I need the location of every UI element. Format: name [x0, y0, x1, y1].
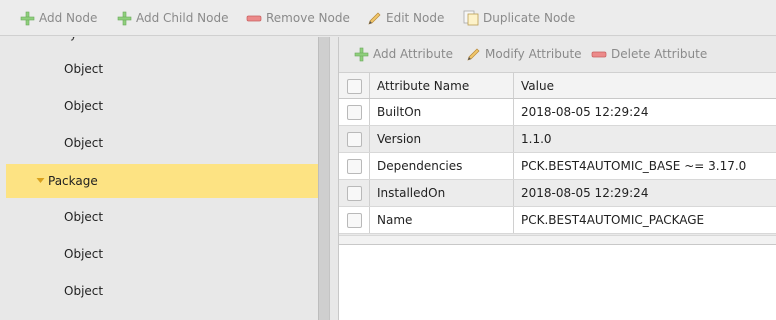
add-attribute-label: Add Attribute	[373, 47, 454, 61]
modify-attribute-button[interactable]: Modify Attribute	[466, 45, 582, 63]
table-row[interactable]: InstalledOn 2018-08-05 12:29:24	[339, 180, 776, 207]
attribute-value-cell[interactable]: 2018-08-05 12:29:24	[515, 99, 776, 125]
clipped-tree-row: y	[70, 37, 77, 41]
attribute-name-cell[interactable]: BuiltOn	[371, 99, 514, 125]
duplicate-icon	[463, 10, 479, 26]
tree-item-label: Object	[64, 247, 104, 261]
row-checkbox-cell	[339, 126, 370, 152]
duplicate-node-label: Duplicate Node	[483, 11, 576, 25]
duplicate-node-button[interactable]: Duplicate Node	[463, 9, 575, 27]
tree-item-label: Object	[64, 136, 104, 150]
add-child-node-button[interactable]: Add Child Node	[117, 9, 228, 27]
plus-icon	[117, 11, 132, 25]
tree-item-label: Object	[64, 210, 104, 224]
minus-icon	[246, 15, 262, 21]
tree-item-object[interactable]: Object	[6, 89, 318, 123]
attribute-name-cell[interactable]: Dependencies	[371, 153, 514, 179]
node-toolbar: Add Node Add Child Node Remove Node Edit…	[0, 0, 776, 36]
pencil-icon	[467, 48, 480, 61]
empty-detail-area	[339, 244, 776, 320]
minus-icon	[591, 51, 607, 57]
table-row[interactable]: Version 1.1.0	[339, 126, 776, 153]
node-tree: y Object Object Object Package Object Ob…	[6, 37, 318, 320]
table-row[interactable]: Name PCK.BEST4AUTOMIC_PACKAGE	[339, 207, 776, 234]
edit-node-label: Edit Node	[386, 11, 445, 25]
attribute-value-cell[interactable]: PCK.BEST4AUTOMIC_PACKAGE	[515, 207, 776, 233]
select-all-checkbox[interactable]	[347, 79, 362, 94]
tree-item-object[interactable]: Object	[6, 274, 318, 308]
tree-item-package[interactable]: Package	[6, 164, 318, 198]
row-checkbox[interactable]	[347, 186, 362, 201]
tree-item-label: Object	[64, 99, 104, 113]
tree-item-label: Object	[64, 284, 104, 298]
tree-item-object[interactable]: Object	[6, 52, 318, 86]
header-checkbox-cell	[339, 73, 370, 98]
panel-splitter[interactable]	[318, 37, 332, 320]
plus-icon	[20, 11, 35, 25]
plus-icon	[354, 47, 369, 61]
row-checkbox[interactable]	[347, 159, 362, 174]
delete-attribute-button[interactable]: Delete Attribute	[591, 45, 707, 63]
row-checkbox[interactable]	[347, 213, 362, 228]
table-row[interactable]: Dependencies PCK.BEST4AUTOMIC_BASE ~= 3.…	[339, 153, 776, 180]
delete-attribute-label: Delete Attribute	[611, 47, 708, 61]
attributes-panel: Add Attribute Modify Attribute Delete At…	[338, 37, 776, 320]
attribute-name-cell[interactable]: Name	[371, 207, 514, 233]
add-attribute-button[interactable]: Add Attribute	[354, 45, 453, 63]
modify-attribute-label: Modify Attribute	[485, 47, 582, 61]
attribute-value-cell[interactable]: 2018-08-05 12:29:24	[515, 180, 776, 206]
row-checkbox-cell	[339, 180, 370, 206]
row-checkbox[interactable]	[347, 132, 362, 147]
column-header-value[interactable]: Value	[515, 73, 776, 98]
add-node-button[interactable]: Add Node	[20, 9, 97, 27]
edit-node-button[interactable]: Edit Node	[367, 9, 444, 27]
remove-node-button[interactable]: Remove Node	[246, 9, 350, 27]
row-checkbox[interactable]	[347, 105, 362, 120]
tree-item-label: Package	[48, 174, 98, 188]
attribute-name-cell[interactable]: InstalledOn	[371, 180, 514, 206]
pencil-icon	[368, 12, 381, 25]
tree-item-object[interactable]: Object	[6, 126, 318, 160]
tree-item-object[interactable]: Object	[6, 237, 318, 271]
tree-item-label: Object	[64, 62, 104, 76]
row-checkbox-cell	[339, 99, 370, 125]
add-child-node-label: Add Child Node	[136, 11, 229, 25]
table-row[interactable]: BuiltOn 2018-08-05 12:29:24	[339, 99, 776, 126]
attribute-toolbar: Add Attribute Modify Attribute Delete At…	[339, 37, 776, 71]
row-checkbox-cell	[339, 153, 370, 179]
attribute-value-cell[interactable]: PCK.BEST4AUTOMIC_BASE ~= 3.17.0	[515, 153, 776, 179]
splitter-handle[interactable]	[318, 37, 330, 320]
triangle-down-icon[interactable]	[36, 177, 45, 184]
tree-item-object[interactable]: Object	[6, 200, 318, 234]
attribute-name-cell[interactable]: Version	[371, 126, 514, 152]
add-node-label: Add Node	[39, 11, 98, 25]
row-checkbox-cell	[339, 207, 370, 233]
remove-node-label: Remove Node	[266, 11, 350, 25]
table-footer-strip	[339, 235, 776, 244]
column-header-attribute-name[interactable]: Attribute Name	[371, 73, 514, 98]
table-header-row: Attribute Name Value	[339, 72, 776, 99]
attribute-value-cell[interactable]: 1.1.0	[515, 126, 776, 152]
